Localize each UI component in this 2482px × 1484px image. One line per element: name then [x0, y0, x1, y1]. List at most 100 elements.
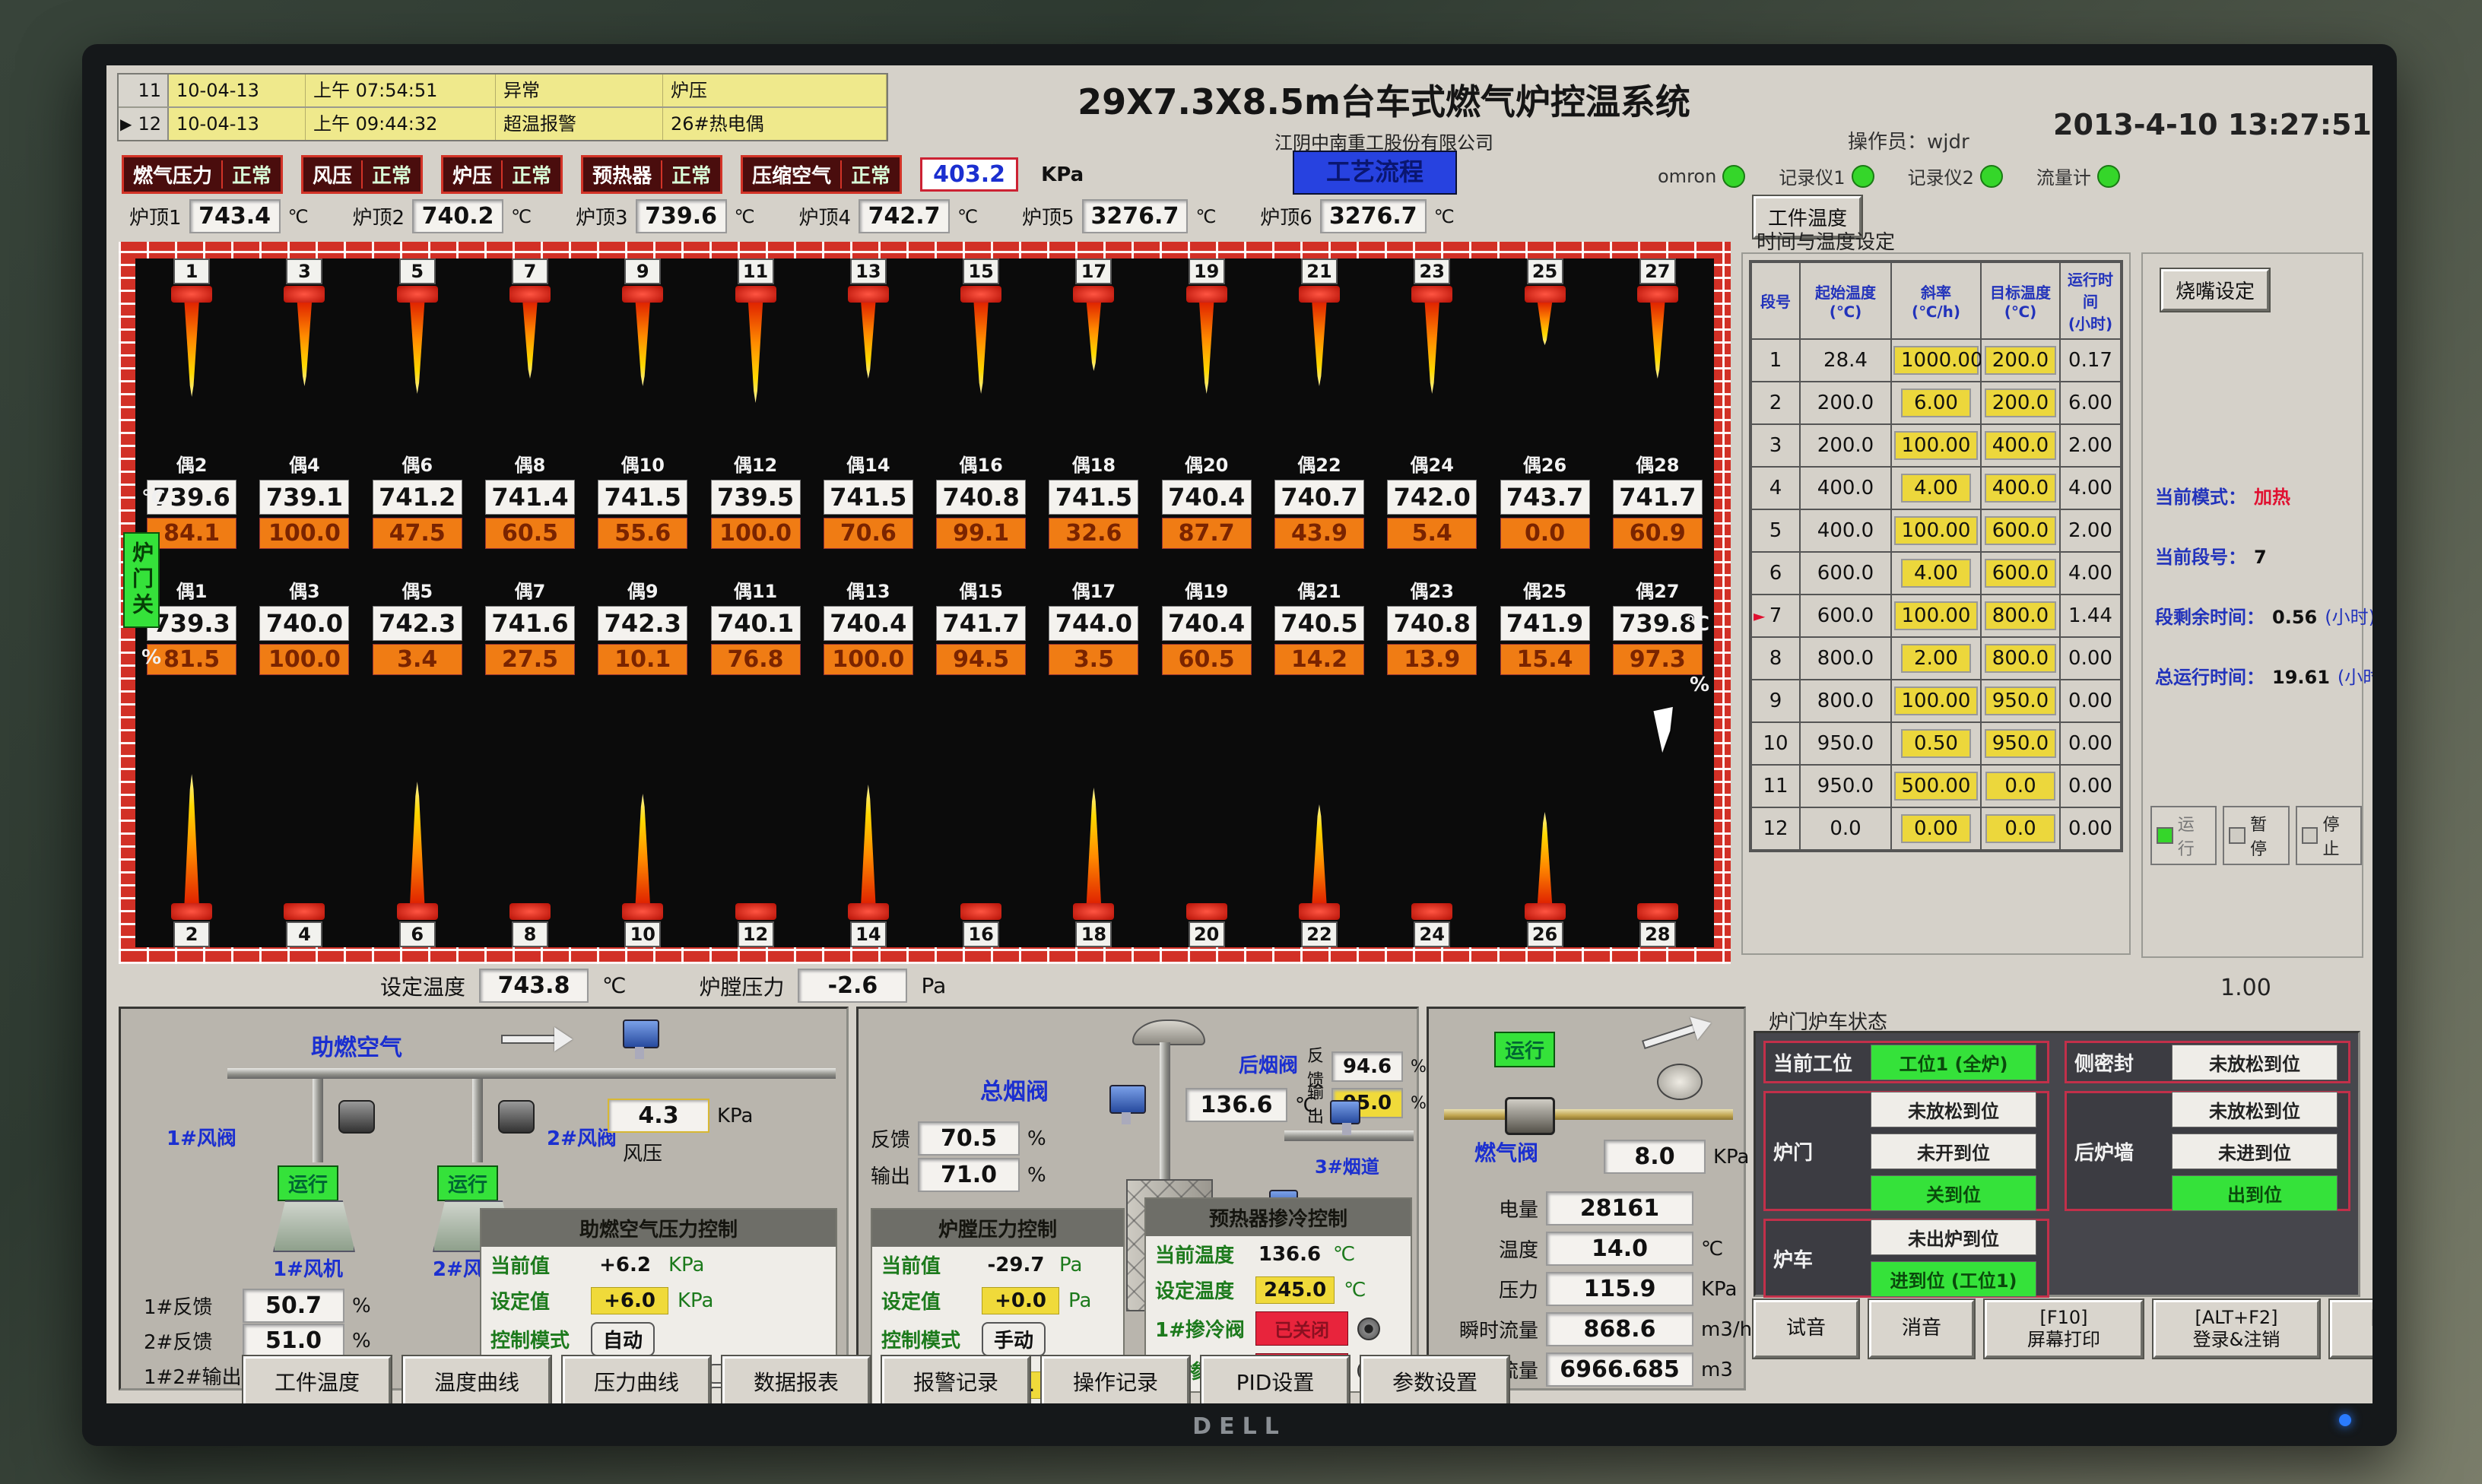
rate-cell[interactable]: 6.00	[1891, 382, 1981, 424]
furnace-view: 1 3 5	[119, 242, 1731, 964]
program-row[interactable]: 10 950.0 0.50 950.0 0.00	[1751, 722, 2121, 765]
alarm-list[interactable]: 11 10-04-13 上午 07:54:51 异常 炉压 ▶12 10-04-…	[117, 73, 888, 141]
power-led	[2339, 1414, 2351, 1426]
target-temp-cell[interactable]: 0.0	[1981, 807, 2060, 850]
door-cart-status: 炉门炉车状态 当前工位 工位1 (全炉) 炉门 未放松到位未开到位关到位 炉车	[1754, 1007, 2360, 1297]
mode-toggle-button[interactable]: 手动	[982, 1322, 1046, 1356]
nav-tab[interactable]: 参数设置	[1361, 1356, 1509, 1403]
nav-tab[interactable]: 温度曲线	[403, 1356, 551, 1403]
gas-meter-icon	[1657, 1064, 1703, 1100]
panel-title: 预热器掺冷控制	[1146, 1199, 1411, 1236]
target-temp-cell[interactable]: 400.0	[1981, 467, 2060, 509]
burner-number: 8	[512, 921, 548, 947]
target-temp-cell[interactable]: 800.0	[1981, 637, 2060, 680]
burner-number: 2	[173, 921, 210, 947]
exit-system-button[interactable]: [Alt+F4]退出系统	[2330, 1300, 2372, 1358]
nav-tab[interactable]: 压力曲线	[563, 1356, 710, 1403]
valve-closed-status: 已关闭	[1255, 1311, 1348, 1346]
program-row[interactable]: 12 0.0 0.00 0.0 0.00	[1751, 807, 2121, 850]
setpoint-input[interactable]: +6.0	[591, 1287, 668, 1314]
stop-button[interactable]: 停止	[2296, 806, 2362, 865]
run-button[interactable]: 运行	[2150, 806, 2217, 865]
run-time-cell: 0.00	[2060, 765, 2121, 807]
eye-icon[interactable]	[1357, 1318, 1380, 1340]
burner-settings-panel: 烧嘴设定 当前模式：加热 当前段号：7 段剩余时间：0.56(小时) 总运行时间…	[2141, 252, 2363, 958]
burner: 16	[928, 903, 1034, 947]
green-status-icon	[2097, 165, 2120, 188]
rate-cell[interactable]: 0.50	[1891, 722, 1981, 765]
target-temp-cell[interactable]: 200.0	[1981, 382, 2060, 424]
combustion-air-section: 助燃空气 1#风阀 2#风阀 运行 运行 1#风机 2#风机 4.3 KPa 风…	[119, 1007, 849, 1390]
alarm-row[interactable]: 11 10-04-13 上午 07:54:51 异常 炉压	[119, 75, 887, 106]
thermocouple-name: 偶12	[734, 450, 777, 477]
target-temp-cell[interactable]: 600.0	[1981, 509, 2060, 552]
rate-cell[interactable]: 4.00	[1891, 552, 1981, 595]
roof-temperatures: 炉顶1 743.4 ℃ 炉顶2 740.2 ℃ 炉顶3 739.6 ℃	[129, 199, 1455, 233]
burner: 1	[138, 258, 245, 397]
target-temp-cell[interactable]: 800.0	[1981, 595, 2060, 637]
green-status-icon	[1980, 165, 2003, 188]
program-row[interactable]: ►7 600.0 100.00 800.0 1.44	[1751, 595, 2121, 637]
current-segment: 当前段号：7	[2155, 542, 2372, 569]
set-temp-row[interactable]: 设定温度 245.0 ℃	[1146, 1272, 1411, 1308]
set-value-row[interactable]: 设定值 +0.0 Pa	[872, 1283, 1123, 1318]
program-row[interactable]: 3 200.0 100.00 400.0 2.00	[1751, 424, 2121, 467]
nav-tab[interactable]: 工件温度	[243, 1356, 391, 1403]
program-row[interactable]: 6 600.0 4.00 600.0 4.00	[1751, 552, 2121, 595]
burner: 27	[1604, 258, 1711, 379]
set-value-row[interactable]: 设定值 +6.0 KPa	[481, 1283, 836, 1318]
thermocouple-temp: 742.3	[373, 606, 462, 641]
program-row[interactable]: 2 200.0 6.00 200.0 6.00	[1751, 382, 2121, 424]
pause-button[interactable]: 暂停	[2223, 806, 2289, 865]
screen-print-button[interactable]: [F10]屏幕打印	[1985, 1300, 2143, 1358]
sound-test-button[interactable]: 试音	[1754, 1300, 1858, 1358]
setpoint-input[interactable]: 245.0	[1255, 1276, 1335, 1304]
program-row[interactable]: 11 950.0 500.00 0.0 0.00	[1751, 765, 2121, 807]
thermocouple-name: 偶20	[1185, 450, 1228, 477]
burner: 3	[251, 258, 357, 386]
thermocouple-temp: 740.1	[711, 606, 801, 641]
nav-tab[interactable]: 操作记录	[1042, 1356, 1189, 1403]
panel-title: 炉膛压力控制	[872, 1210, 1123, 1247]
process-flow-button[interactable]: 工艺流程	[1293, 151, 1457, 195]
target-temp-cell[interactable]: 0.0	[1981, 765, 2060, 807]
target-temp-cell[interactable]: 200.0	[1981, 339, 2060, 382]
burner-base-icon	[171, 903, 212, 920]
program-row[interactable]: 1 28.4 1000.00 200.0 0.17	[1751, 339, 2121, 382]
meter-label: 压力	[1439, 1275, 1538, 1303]
rate-cell[interactable]: 1000.00	[1891, 339, 1981, 382]
column-header: 斜率(℃/h)	[1891, 262, 1981, 339]
target-temp-cell[interactable]: 600.0	[1981, 552, 2060, 595]
rate-cell[interactable]: 2.00	[1891, 637, 1981, 680]
program-row[interactable]: 8 800.0 2.00 800.0 0.00	[1751, 637, 2121, 680]
rate-cell[interactable]: 100.00	[1891, 595, 1981, 637]
mute-button[interactable]: 消音	[1869, 1300, 1974, 1358]
program-row[interactable]: 5 400.0 100.00 600.0 2.00	[1751, 509, 2121, 552]
nav-tab[interactable]: PID设置	[1201, 1356, 1349, 1403]
start-temp-cell: 600.0	[1800, 595, 1891, 637]
meter-value: 14.0	[1546, 1232, 1693, 1266]
rate-cell[interactable]: 100.00	[1891, 680, 1981, 722]
nav-tab[interactable]: 报警记录	[882, 1356, 1030, 1403]
rate-cell[interactable]: 0.00	[1891, 807, 1981, 850]
target-temp-cell[interactable]: 400.0	[1981, 424, 2060, 467]
program-row[interactable]: 4 400.0 4.00 400.0 4.00	[1751, 467, 2121, 509]
flame-icon	[180, 303, 203, 397]
alarm-row[interactable]: ▶12 10-04-13 上午 09:44:32 超温报警 26#热电偶	[119, 106, 887, 140]
mode-toggle-button[interactable]: 自动	[591, 1322, 655, 1356]
rate-cell[interactable]: 100.00	[1891, 509, 1981, 552]
login-logout-button[interactable]: [ALT+F2]登录&注销	[2154, 1300, 2319, 1358]
rate-cell[interactable]: 4.00	[1891, 467, 1981, 509]
nav-tab[interactable]: 数据报表	[722, 1356, 870, 1403]
rate-cell[interactable]: 100.00	[1891, 424, 1981, 467]
status-label: 预热器	[592, 160, 652, 189]
burner-settings-button[interactable]: 烧嘴设定	[2161, 269, 2269, 311]
run-checkbox-icon	[2157, 827, 2173, 844]
target-temp-cell[interactable]: 950.0	[1981, 722, 2060, 765]
duct3-label: 3#烟道	[1315, 1152, 1379, 1178]
target-temp-cell[interactable]: 950.0	[1981, 680, 2060, 722]
setpoint-input[interactable]: +0.0	[982, 1287, 1059, 1314]
rate-cell[interactable]: 500.00	[1891, 765, 1981, 807]
program-row[interactable]: 9 800.0 100.00 950.0 0.00	[1751, 680, 2121, 722]
burner: 23	[1379, 258, 1485, 394]
